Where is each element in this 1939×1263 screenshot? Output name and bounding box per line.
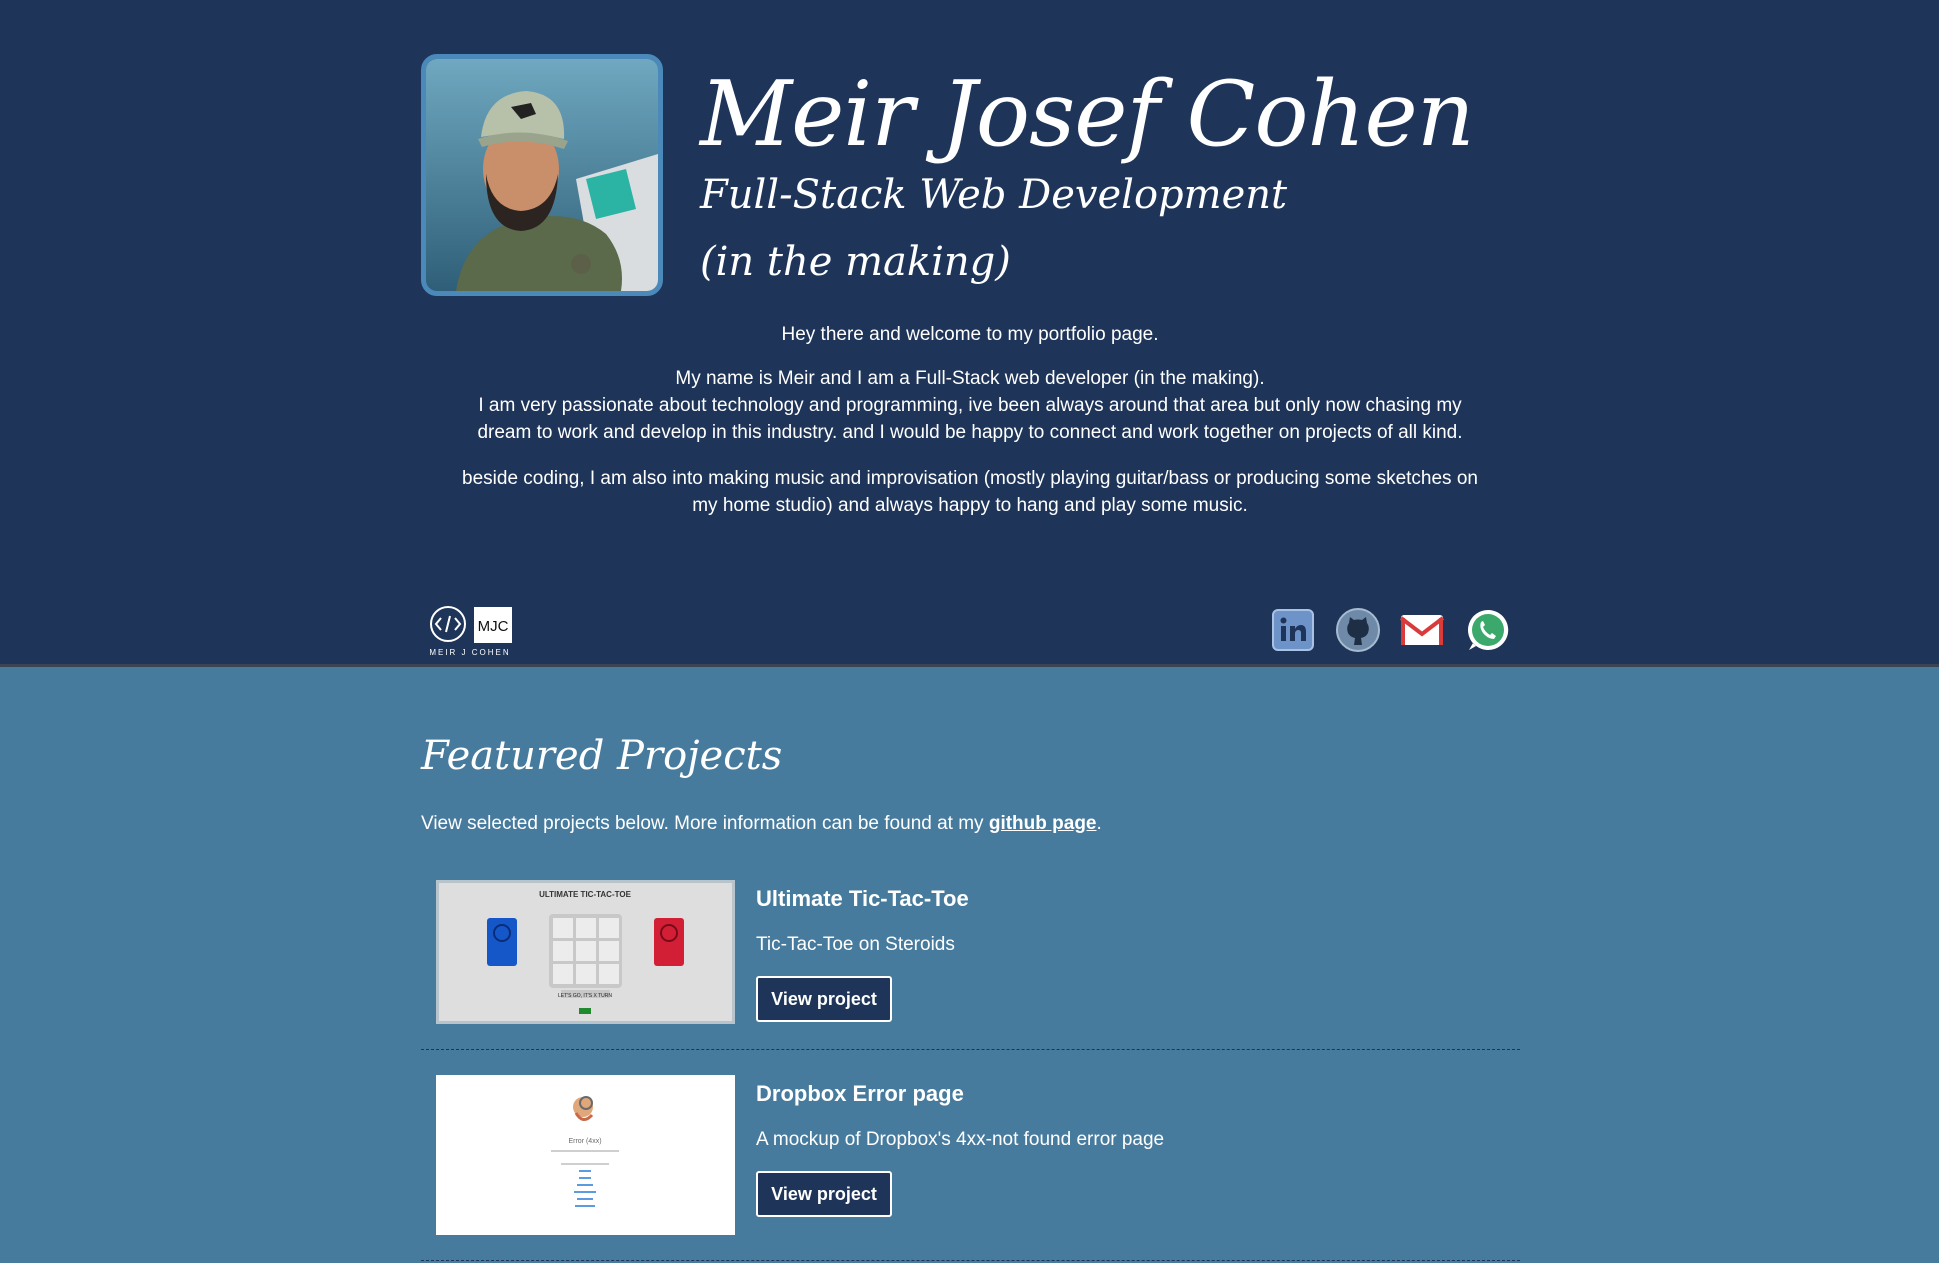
project-thumbnail[interactable]: Error (4xx) [436, 1075, 735, 1235]
view-project-button[interactable]: View project [756, 976, 892, 1022]
github-page-link[interactable]: github page [989, 813, 1097, 834]
gmail-icon [1399, 615, 1445, 645]
project-title: Dropbox Error page [756, 1081, 964, 1106]
subtitle-in-the-making: (in the making) [700, 239, 1011, 285]
section-desc-prefix: View selected projects below. More infor… [421, 813, 989, 834]
github-icon [1336, 608, 1380, 652]
subtitle-role: Full-Stack Web Development [700, 172, 1288, 218]
intro-welcome-text: Hey there and welcome to my portfolio pa… [781, 324, 1159, 345]
linkedin-link[interactable] [1270, 607, 1316, 653]
thumb-heading: Error (4xx) [568, 1138, 601, 1145]
intro-about-line: My name is Meir and I am a Full-Stack we… [675, 368, 1265, 389]
project-description: Tic-Tac-Toe on Steroids [756, 934, 955, 955]
project-divider [421, 1260, 1520, 1261]
github-link[interactable] [1335, 607, 1381, 653]
gmail-link[interactable] [1399, 607, 1445, 653]
section-description: View selected projects below. More infor… [421, 811, 1102, 837]
logo-mark-text: MJC [478, 618, 509, 635]
project-divider [421, 1049, 1520, 1050]
code-logo-icon: MJC MEIR J COHEN [429, 606, 512, 657]
intro-music: beside coding, I am also into making mus… [421, 465, 1519, 519]
intro-about-line: dream to work and develop in this indust… [477, 422, 1463, 443]
project-title: Ultimate Tic-Tac-Toe [756, 886, 969, 911]
thumb-heading: ULTIMATE TIC-TAC-TOE [539, 890, 632, 899]
avatar-photo [426, 59, 658, 291]
project-thumbnail[interactable]: ULTIMATE TIC-TAC-TOE LET'S GO, IT'S X TU… [436, 880, 735, 1024]
intro-music-line: beside coding, I am also into making mus… [462, 468, 1478, 489]
project-card: ULTIMATE TIC-TAC-TOE LET'S GO, IT'S X TU… [421, 880, 1520, 1050]
whatsapp-icon [1468, 609, 1509, 650]
avatar [421, 54, 663, 296]
logo-caption: MEIR J COHEN [429, 648, 510, 657]
thumb-caption: LET'S GO, IT'S X TURN [558, 993, 612, 999]
intro-welcome: Hey there and welcome to my portfolio pa… [421, 321, 1519, 348]
dropbox-error-thumbnail: Error (4xx) [436, 1075, 735, 1235]
logo[interactable]: MJC MEIR J COHEN [428, 604, 514, 658]
section-title: Featured Projects [421, 733, 783, 779]
view-project-button[interactable]: View project [756, 1171, 892, 1217]
whatsapp-link[interactable] [1465, 607, 1511, 653]
section-desc-suffix: . [1096, 813, 1102, 834]
intro-about-line: I am very passionate about technology an… [478, 395, 1462, 416]
project-description: A mockup of Dropbox's 4xx-not found erro… [756, 1129, 1165, 1150]
linkedin-icon [1272, 609, 1314, 651]
project-card: Error (4xx) Dropbox Error page A mockup … [421, 1075, 1520, 1263]
intro-music-line: my home studio) and always happy to hang… [692, 495, 1248, 516]
intro-about: My name is Meir and I am a Full-Stack we… [421, 365, 1519, 446]
tic-tac-toe-thumbnail: ULTIMATE TIC-TAC-TOE LET'S GO, IT'S X TU… [439, 883, 732, 1021]
page-title: Meir Josef Cohen [700, 62, 1475, 167]
